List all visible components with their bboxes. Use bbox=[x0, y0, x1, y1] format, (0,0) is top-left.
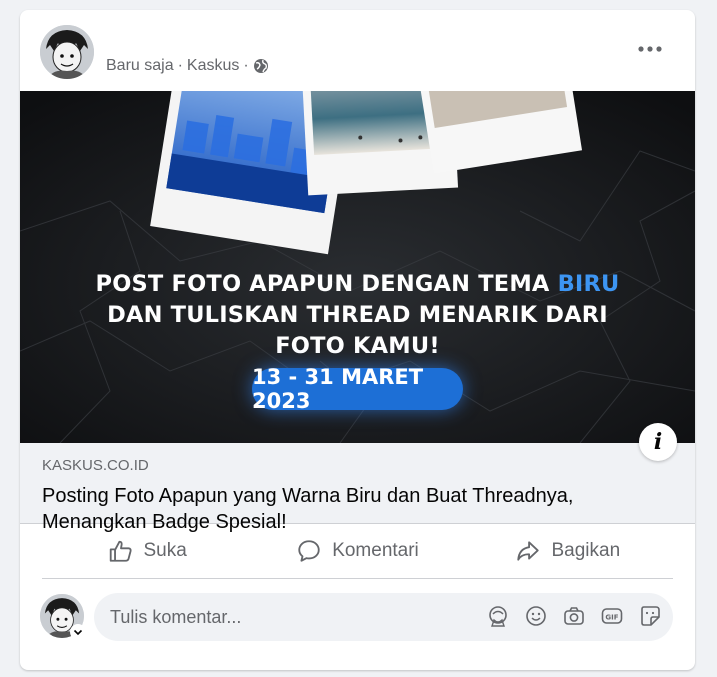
comment-label: Komentari bbox=[332, 540, 419, 561]
comment-composer: GIF bbox=[20, 579, 695, 647]
gif-icon[interactable]: GIF bbox=[601, 605, 623, 627]
share-label: Bagikan bbox=[551, 540, 621, 561]
info-icon[interactable]: i bbox=[639, 423, 677, 461]
more-options-button[interactable] bbox=[635, 38, 665, 60]
share-icon bbox=[517, 541, 540, 561]
share-button[interactable]: Bagikan bbox=[463, 538, 673, 564]
svg-text:GIF: GIF bbox=[605, 614, 618, 622]
comment-icon bbox=[298, 540, 320, 562]
more-horizontal-icon bbox=[638, 46, 662, 52]
link-preview-image[interactable]: POST FOTO APAPUN DENGAN TEMA BIRU DAN TU… bbox=[20, 91, 695, 443]
banner-line3: FOTO KAMU! bbox=[275, 333, 440, 359]
post-header: Baru saja · Kaskus · bbox=[20, 10, 695, 91]
post-card: Baru saja · Kaskus · POST FOTO APAPUN DE… bbox=[20, 10, 695, 670]
chevron-down-icon[interactable] bbox=[70, 624, 86, 640]
post-source[interactable]: Kaskus bbox=[187, 57, 239, 75]
post-timestamp[interactable]: Baru saja bbox=[106, 57, 174, 75]
sticker-icon[interactable] bbox=[639, 605, 661, 627]
post-meta: Baru saja · Kaskus · bbox=[106, 57, 269, 75]
like-label: Suka bbox=[143, 540, 187, 561]
emoji-icon[interactable] bbox=[525, 605, 547, 627]
avatar-sticker-icon[interactable] bbox=[487, 605, 509, 627]
like-button[interactable]: Suka bbox=[42, 538, 252, 564]
link-domain: KASKUS.CO.ID bbox=[42, 457, 149, 474]
comment-tools: GIF bbox=[487, 605, 661, 627]
comment-button[interactable]: Komentari bbox=[252, 538, 462, 564]
event-date-badge: 13 - 31 MARET 2023 bbox=[252, 365, 463, 413]
globe-icon[interactable] bbox=[253, 58, 269, 74]
link-preview-details[interactable]: KASKUS.CO.ID Posting Foto Apapun yang Wa… bbox=[20, 443, 695, 533]
meta-separator: · bbox=[177, 57, 183, 74]
thumbs-up-icon bbox=[109, 540, 132, 562]
author-avatar[interactable] bbox=[40, 25, 94, 79]
camera-icon[interactable] bbox=[563, 605, 585, 627]
banner-highlight: BIRU bbox=[557, 271, 620, 297]
banner-line1: POST FOTO APAPUN DENGAN TEMA bbox=[95, 271, 550, 297]
meta-separator: · bbox=[243, 57, 249, 74]
banner-headline: POST FOTO APAPUN DENGAN TEMA BIRU DAN TU… bbox=[20, 269, 695, 362]
banner-line2: DAN TULISKAN THREAD MENARIK DARI bbox=[107, 302, 608, 328]
